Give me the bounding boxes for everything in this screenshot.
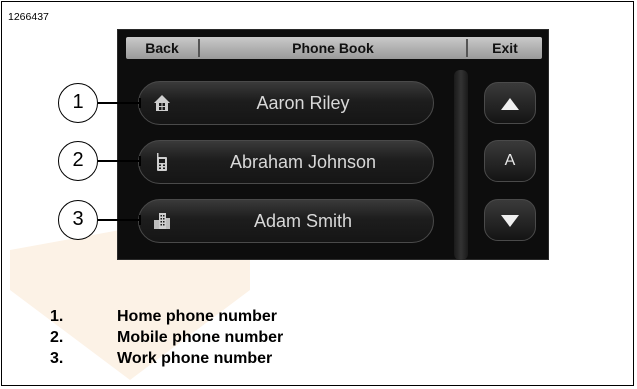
legend-text: Home phone number	[117, 308, 278, 325]
scroll-down-button[interactable]	[484, 199, 536, 241]
contact-name: Adam Smith	[253, 211, 353, 231]
callout-leader	[98, 98, 141, 108]
mobile-phone-icon	[157, 153, 167, 171]
legend-text: Work phone number	[117, 350, 273, 367]
legend-number: 3.	[50, 350, 64, 367]
triangle-up-icon	[501, 98, 519, 110]
phone-book-screen: Back Phone Book Exit Aaron Riley Abraham…	[117, 29, 549, 260]
triangle-down-icon	[501, 215, 519, 227]
callout-1: 1	[58, 83, 98, 123]
alphabet-jump-button[interactable]: A	[484, 140, 536, 182]
callout-leader	[98, 215, 141, 225]
callout-leader	[98, 156, 141, 166]
home-icon	[154, 95, 170, 111]
alphabet-letter: A	[504, 152, 516, 169]
exit-button[interactable]: Exit	[468, 37, 542, 59]
contact-row[interactable]: Aaron Riley	[138, 81, 434, 125]
screen-title: Phone Book	[292, 40, 374, 56]
scroll-up-button[interactable]	[484, 82, 536, 124]
back-button[interactable]: Back	[126, 37, 198, 59]
legend-number: 2.	[50, 329, 64, 346]
callout-2: 2	[58, 141, 98, 181]
legend-number: 1.	[50, 308, 64, 325]
figure-id: 1266437	[8, 11, 49, 23]
callout-3: 3	[58, 200, 98, 240]
contact-row[interactable]: Adam Smith	[138, 199, 434, 243]
legend-text: Mobile phone number	[117, 329, 284, 346]
contact-name: Abraham Johnson	[229, 152, 377, 172]
contact-row[interactable]: Abraham Johnson	[138, 140, 434, 184]
office-building-icon	[154, 213, 170, 229]
top-bar: Back Phone Book Exit	[126, 37, 542, 59]
contact-name: Aaron Riley	[256, 93, 350, 113]
scrollbar[interactable]	[454, 70, 468, 260]
